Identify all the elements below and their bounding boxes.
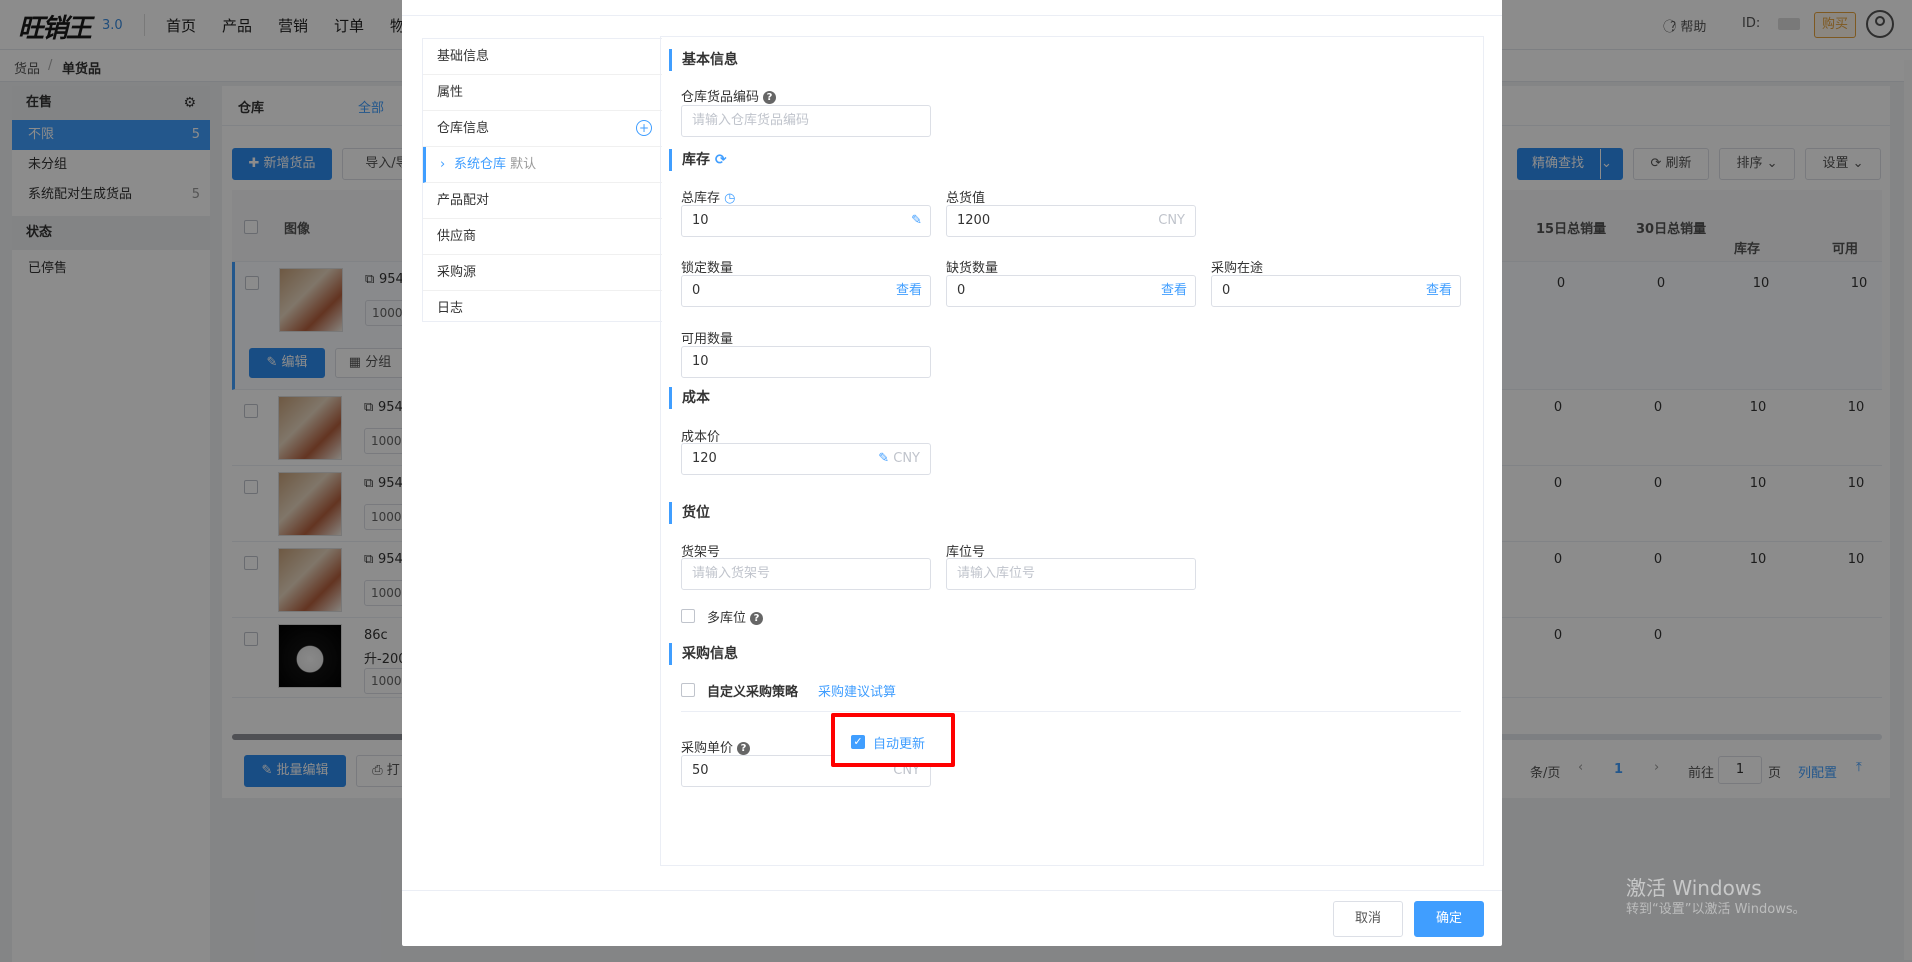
default-tag: 默认 xyxy=(510,157,537,172)
in-transit-value: 0 xyxy=(1222,283,1231,298)
nav-attributes[interactable]: 属性 xyxy=(423,75,662,111)
available-qty-label: 可用数量 xyxy=(681,332,734,347)
fullscreen-icon[interactable]: ⛶ xyxy=(1386,0,1395,3)
unit-price-label-text: 采购单价 xyxy=(681,741,734,756)
nav-log[interactable]: 日志 xyxy=(423,291,662,327)
windows-watermark-sub: 转到“设置”以激活 Windows。 xyxy=(1626,902,1806,917)
windows-watermark: 激活 Windows xyxy=(1626,876,1762,900)
section-purchase: 采购信息 xyxy=(669,643,738,665)
cost-suffix: ✎ CNY xyxy=(878,444,920,474)
total-value-value: 1200 xyxy=(957,213,991,228)
section-stock-label: 库存 xyxy=(682,152,710,168)
wh-code-label: 仓库货品编码? xyxy=(681,86,777,105)
purchase-suggest-link[interactable]: 采购建议试算 xyxy=(818,681,896,700)
help-icon[interactable]: ? xyxy=(763,91,777,104)
custom-strategy-label: 自定义采购策略 xyxy=(707,685,799,700)
help-icon[interactable]: ? xyxy=(750,612,764,625)
nav-warehouse-info[interactable]: 仓库信息 + xyxy=(423,111,662,147)
pencil-icon[interactable]: ✎ xyxy=(878,451,889,466)
view-in-transit-link[interactable]: 查看 xyxy=(1426,276,1452,306)
unit-price-label: 采购单价? xyxy=(681,737,751,756)
dialog-content: 基本信息 仓库货品编码? 请输入仓库货品编码 库存 ⟳ 总库存 ◷ 10 ✎ 总货… xyxy=(660,36,1484,866)
divider xyxy=(681,711,1461,712)
shelf-placeholder: 请输入货架号 xyxy=(692,566,771,581)
in-transit-label: 采购在途 xyxy=(1211,261,1264,276)
dialog-nav: 基础信息 属性 仓库信息 + › 系统仓库 默认 产品配对 供应商 采购源 日志 xyxy=(422,38,662,322)
bin-placeholder: 请输入库位号 xyxy=(957,566,1036,581)
nav-system-warehouse[interactable]: › 系统仓库 默认 xyxy=(423,147,662,183)
total-stock-value: 10 xyxy=(692,213,709,228)
section-cost: 成本 xyxy=(669,387,710,409)
section-stock: 库存 ⟳ xyxy=(669,149,727,171)
shelf-input[interactable]: 请输入货架号 xyxy=(681,558,931,590)
close-icon[interactable]: ✕ xyxy=(1454,0,1465,3)
section-location: 货位 xyxy=(669,502,710,524)
add-warehouse-icon[interactable]: + xyxy=(636,120,652,136)
auto-update-highlight: ✓ 自动更新 xyxy=(831,713,955,767)
nav-system-warehouse-label: 系统仓库 xyxy=(454,157,507,172)
total-stock-label-text: 总库存 xyxy=(681,191,721,206)
nav-warehouse-info-label: 仓库信息 xyxy=(437,121,490,136)
dialog-footer: 取消 确定 xyxy=(402,890,1502,946)
total-stock-input[interactable]: 10 ✎ xyxy=(681,205,931,237)
currency-suffix: CNY xyxy=(1158,213,1185,228)
dialog-header: ⛶ ⟳ ✕ xyxy=(402,0,1502,16)
wh-code-input[interactable]: 请输入仓库货品编码 xyxy=(681,105,931,137)
clock-icon[interactable]: ◷ xyxy=(724,191,735,206)
multi-location-label: 多库位? xyxy=(707,607,764,626)
confirm-button[interactable]: 确定 xyxy=(1414,901,1484,937)
total-value-input[interactable]: 1200 CNY xyxy=(946,205,1196,237)
multi-location-checkbox[interactable] xyxy=(681,609,695,623)
view-locked-link[interactable]: 查看 xyxy=(896,276,922,306)
shortage-qty-input[interactable]: 0 查看 xyxy=(946,275,1196,307)
cancel-button[interactable]: 取消 xyxy=(1333,901,1403,937)
nav-product-pairing[interactable]: 产品配对 xyxy=(423,183,662,219)
total-value-label: 总货值 xyxy=(946,191,986,206)
shortage-qty-value: 0 xyxy=(957,283,966,298)
locked-qty-input[interactable]: 0 查看 xyxy=(681,275,931,307)
section-basic-info: 基本信息 xyxy=(669,49,738,71)
cost-price-input[interactable]: 120 ✎ CNY xyxy=(681,443,931,475)
refresh-icon[interactable]: ⟳ xyxy=(1420,0,1431,3)
chevron-right-icon: › xyxy=(440,157,446,172)
view-shortage-link[interactable]: 查看 xyxy=(1161,276,1187,306)
cost-price-value: 120 xyxy=(692,451,717,466)
edit-item-dialog: ⛶ ⟳ ✕ 基础信息 属性 仓库信息 + › 系统仓库 默认 产品配对 供应商 … xyxy=(402,0,1502,946)
custom-strategy-checkbox[interactable] xyxy=(681,683,695,697)
auto-update-label[interactable]: 自动更新 xyxy=(873,733,925,752)
bin-input[interactable]: 请输入库位号 xyxy=(946,558,1196,590)
locked-qty-label: 锁定数量 xyxy=(681,261,734,276)
shortage-qty-label: 缺货数量 xyxy=(946,261,999,276)
total-stock-label: 总库存 ◷ xyxy=(681,187,736,206)
nav-supplier[interactable]: 供应商 xyxy=(423,219,662,255)
pencil-icon[interactable]: ✎ xyxy=(911,206,922,236)
refresh-icon[interactable]: ⟳ xyxy=(715,152,727,168)
multi-location-text: 多库位 xyxy=(707,611,747,626)
wh-code-label-text: 仓库货品编码 xyxy=(681,90,760,105)
page-scrollbar[interactable] xyxy=(1904,60,1912,960)
unit-price-value: 50 xyxy=(692,763,709,778)
in-transit-input[interactable]: 0 查看 xyxy=(1211,275,1461,307)
help-icon[interactable]: ? xyxy=(737,742,751,755)
nav-purchase-source[interactable]: 采购源 xyxy=(423,255,662,291)
wh-code-placeholder: 请输入仓库货品编码 xyxy=(692,113,810,128)
nav-basic-info[interactable]: 基础信息 xyxy=(423,39,662,75)
locked-qty-value: 0 xyxy=(692,283,701,298)
auto-update-checkbox[interactable]: ✓ xyxy=(851,735,865,749)
available-qty-value: 10 xyxy=(692,354,709,369)
currency-suffix: CNY xyxy=(893,451,920,466)
available-qty-input[interactable]: 10 xyxy=(681,346,931,378)
